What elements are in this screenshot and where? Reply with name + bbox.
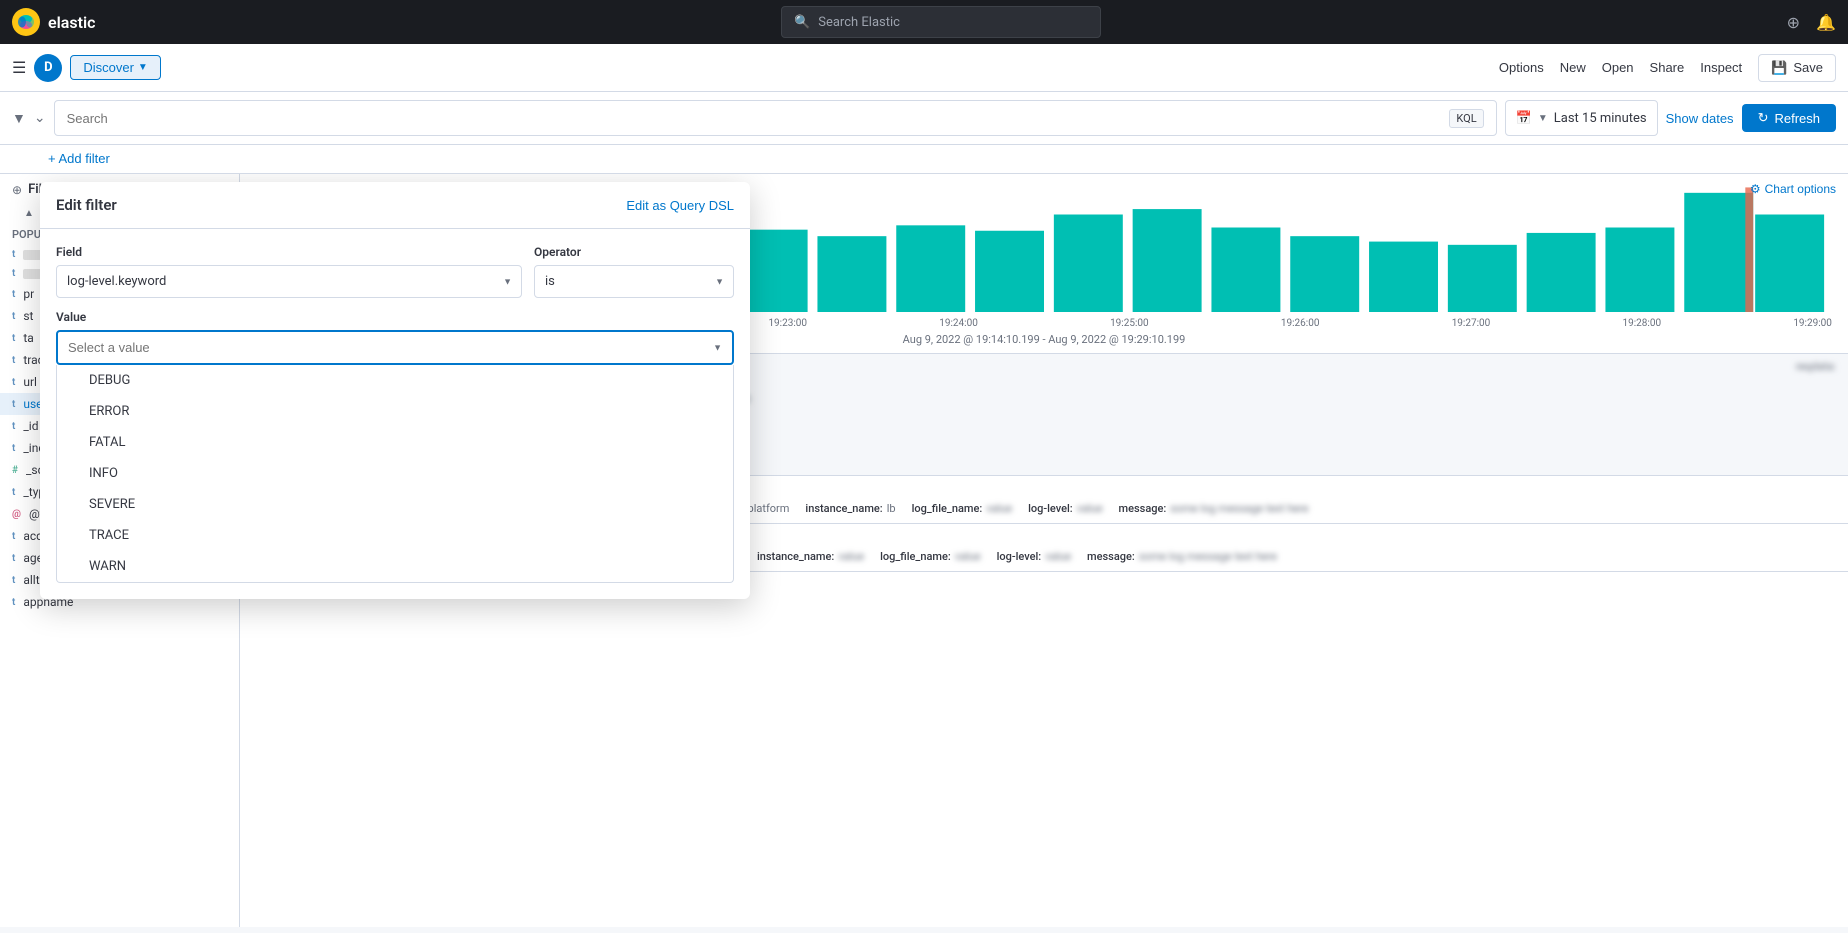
operator-label: Operator: [534, 245, 734, 259]
dropdown-option-fatal[interactable]: FATAL: [57, 427, 733, 458]
secondary-nav: ☰ D Discover ▼ Options New Open Share In…: [0, 44, 1848, 92]
operator-selector: Operator is: [534, 245, 734, 298]
dropdown-option-debug[interactable]: DEBUG: [57, 365, 733, 396]
index-pattern-icon: ▼: [12, 110, 26, 127]
search-input[interactable]: [67, 111, 1450, 126]
operator-select-value: is: [545, 274, 555, 289]
edit-filter-modal: Edit filter Edit as Query DSL Field log-…: [40, 182, 750, 599]
operator-select[interactable]: is: [534, 265, 734, 298]
time-label: Last 15 minutes: [1554, 111, 1647, 126]
help-icon[interactable]: ⊕: [1787, 13, 1800, 32]
dropdown-option-severe[interactable]: SEVERE: [57, 489, 733, 520]
search-input-wrapper: KQL: [54, 100, 1497, 136]
edit-query-dsl-button[interactable]: Edit as Query DSL: [626, 198, 734, 213]
global-search-bar[interactable]: 🔍 Search Elastic: [781, 6, 1101, 38]
dropdown-list: DEBUG ERROR FATAL INFO SEVERE TRACE WARN: [56, 365, 734, 583]
field-selector: Field log-level.keyword: [56, 245, 522, 298]
dropdown-option-warn[interactable]: WARN: [57, 551, 733, 582]
refresh-label: Refresh: [1774, 111, 1820, 126]
show-dates-button[interactable]: Show dates: [1666, 111, 1734, 126]
search-row: ▼ ⌄ KQL 📅 ▼ Last 15 minutes Show dates ↻…: [0, 92, 1848, 145]
app-badge: D: [34, 54, 62, 82]
refresh-button[interactable]: ↻ Refresh: [1742, 104, 1836, 132]
operator-select-wrapper: is: [534, 265, 734, 298]
discover-label: Discover: [83, 60, 134, 75]
add-filter-button[interactable]: + Add filter: [48, 151, 110, 166]
bell-icon[interactable]: 🔔: [1816, 13, 1836, 32]
inspect-button[interactable]: Inspect: [1700, 60, 1742, 75]
top-nav-left: elastic: [12, 8, 95, 36]
brand-name: elastic: [48, 13, 95, 32]
kql-badge[interactable]: KQL: [1449, 109, 1483, 128]
search-icon: 🔍: [794, 15, 810, 30]
dropdown-option-info[interactable]: INFO: [57, 458, 733, 489]
secondary-nav-left: ☰ D Discover ▼: [12, 54, 161, 82]
dropdown-option-trace[interactable]: TRACE: [57, 520, 733, 551]
modal-body: Field log-level.keyword Operator is: [40, 229, 750, 599]
time-picker[interactable]: 📅 ▼ Last 15 minutes: [1505, 100, 1658, 136]
save-button[interactable]: 💾 Save: [1758, 54, 1836, 82]
value-select-wrapper: ▼: [56, 330, 734, 365]
dropdown-option-error[interactable]: ERROR: [57, 396, 733, 427]
modal-fields: Field log-level.keyword Operator is: [56, 245, 734, 298]
field-select-value: log-level.keyword: [67, 274, 166, 289]
top-nav: elastic 🔍 Search Elastic ⊕ 🔔: [0, 0, 1848, 44]
value-label: Value: [56, 310, 734, 324]
main-layout: ⊕ Filters ▲ Popular t t t pr t st t ta t: [0, 174, 1848, 927]
refresh-icon: ↻: [1758, 110, 1769, 126]
field-label: Field: [56, 245, 522, 259]
calendar-icon: 📅: [1516, 111, 1532, 126]
secondary-nav-right: Options New Open Share Inspect 💾 Save: [1499, 54, 1836, 82]
field-select[interactable]: log-level.keyword: [56, 265, 522, 298]
share-button[interactable]: Share: [1650, 60, 1685, 75]
open-button[interactable]: Open: [1602, 60, 1634, 75]
filter-row: + Add filter: [0, 145, 1848, 174]
top-nav-right: ⊕ 🔔: [1787, 13, 1836, 32]
discover-button[interactable]: Discover ▼: [70, 55, 160, 80]
modal-header: Edit filter Edit as Query DSL: [40, 182, 750, 229]
hamburger-menu[interactable]: ☰: [12, 58, 26, 77]
modal-overlay: Edit filter Edit as Query DSL Field log-…: [0, 174, 1848, 927]
value-input[interactable]: [58, 332, 732, 363]
elastic-logo: elastic: [12, 8, 95, 36]
new-button[interactable]: New: [1560, 60, 1586, 75]
modal-title: Edit filter: [56, 196, 117, 214]
save-label: Save: [1793, 60, 1823, 75]
time-picker-expand: ▼: [1538, 113, 1548, 124]
save-icon: 💾: [1771, 60, 1787, 76]
options-button[interactable]: Options: [1499, 60, 1544, 75]
search-placeholder: Search Elastic: [818, 15, 900, 30]
chevron-down-icon: ▼: [138, 62, 148, 73]
field-select-wrapper: log-level.keyword: [56, 265, 522, 298]
index-pattern-expand[interactable]: ⌄: [34, 110, 46, 126]
